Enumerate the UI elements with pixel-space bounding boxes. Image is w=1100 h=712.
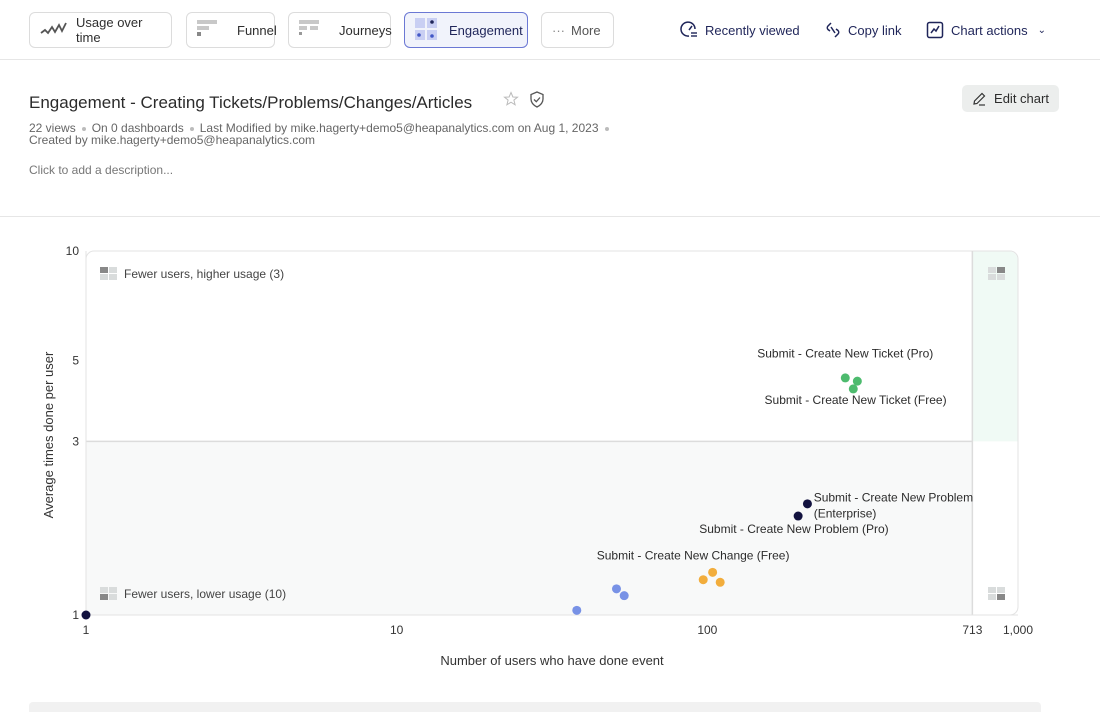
data-point-label: Submit - Create New Problem bbox=[814, 491, 973, 505]
tab-label: Usage over time bbox=[76, 15, 143, 45]
x-tick-label: 100 bbox=[697, 623, 717, 637]
x-tick-label: 713 bbox=[962, 623, 982, 637]
chevron-down-icon: ⌄ bbox=[1037, 24, 1046, 36]
page-title: Engagement - Creating Tickets/Problems/C… bbox=[29, 93, 473, 112]
recently-viewed-label: Recently viewed bbox=[705, 22, 800, 38]
chart-actions-button[interactable]: Chart actions ⌄ bbox=[926, 19, 1046, 41]
tab-label: More bbox=[571, 22, 601, 38]
y-tick-label: 10 bbox=[66, 244, 80, 258]
data-point-orange[interactable] bbox=[715, 577, 725, 587]
chart-metadata: 22 views On 0 dashboards Last Modified by … bbox=[29, 122, 729, 146]
y-tick-label: 5 bbox=[72, 354, 79, 368]
verified-shield-icon[interactable] bbox=[529, 91, 545, 113]
pencil-icon bbox=[973, 92, 986, 106]
data-point-navy[interactable] bbox=[81, 610, 91, 620]
chart-type-toolbar: Usage over time Funnel Journeys Engageme… bbox=[0, 0, 1100, 60]
quadrant-top-left-label: Fewer users, higher usage (3) bbox=[124, 267, 284, 281]
chart-actions-label: Chart actions bbox=[951, 22, 1028, 38]
data-point-label: Submit - Create New Change (Free) bbox=[597, 549, 790, 563]
y-axis-label: Average times done per user bbox=[41, 351, 56, 518]
description-field[interactable]: Click to add a description... bbox=[29, 163, 173, 177]
tab-usage-over-time[interactable]: Usage over time bbox=[29, 12, 172, 48]
chart-actions-icon bbox=[926, 21, 944, 39]
tab-journeys[interactable]: Journeys bbox=[288, 12, 392, 48]
data-point-blue[interactable] bbox=[572, 605, 582, 615]
data-point-green[interactable] bbox=[848, 384, 858, 394]
x-axis-label: Number of users who have done event bbox=[440, 653, 664, 668]
y-tick-label: 1 bbox=[72, 608, 79, 622]
data-point-orange[interactable] bbox=[708, 567, 718, 577]
data-point-blue[interactable] bbox=[619, 591, 629, 601]
data-point-green[interactable] bbox=[840, 373, 850, 383]
data-point-label: Submit - Create New Ticket (Pro) bbox=[757, 346, 933, 360]
data-point-orange[interactable] bbox=[698, 575, 708, 585]
tab-engagement[interactable]: Engagement bbox=[404, 12, 528, 48]
x-tick-label: 10 bbox=[390, 623, 404, 637]
recently-viewed-icon bbox=[680, 21, 697, 37]
created-by: Created by mike.hagerty+demo5@heapanalyt… bbox=[29, 133, 315, 147]
results-table-header bbox=[29, 702, 1041, 712]
chart-header: Engagement - Creating Tickets/Problems/C… bbox=[0, 60, 1100, 217]
edit-chart-label: Edit chart bbox=[994, 91, 1049, 106]
data-point-label: (Enterprise) bbox=[814, 507, 877, 521]
data-point-green[interactable] bbox=[852, 376, 862, 386]
data-point-label: Submit - Create New Ticket (Free) bbox=[765, 393, 947, 407]
engagement-chart: Fewer users, higher usage (3) Fewer users… bbox=[0, 218, 1100, 705]
x-tick-label: 1,000 bbox=[1003, 623, 1033, 637]
link-icon bbox=[826, 22, 840, 38]
star-icon[interactable] bbox=[503, 91, 519, 113]
data-point-blue[interactable] bbox=[611, 584, 621, 594]
recently-viewed-button[interactable]: Recently viewed bbox=[680, 19, 800, 41]
copy-link-button[interactable]: Copy link bbox=[825, 19, 901, 41]
tab-label: Engagement bbox=[449, 22, 523, 38]
tab-label: Journeys bbox=[339, 22, 392, 38]
funnel-icon bbox=[197, 19, 219, 41]
usage-line-icon bbox=[40, 22, 68, 39]
scatter-plot: Fewer users, higher usage (3) Fewer users… bbox=[41, 244, 1033, 668]
quadrant-bottom-left-label: Fewer users, lower usage (10) bbox=[124, 587, 286, 601]
journeys-icon bbox=[299, 19, 321, 41]
copy-link-label: Copy link bbox=[848, 22, 902, 38]
y-tick-label: 3 bbox=[72, 434, 79, 448]
data-point-navy[interactable] bbox=[793, 511, 803, 521]
tab-more[interactable]: ··· More bbox=[541, 12, 614, 48]
edit-chart-button[interactable]: Edit chart bbox=[962, 85, 1059, 112]
x-tick-label: 1 bbox=[83, 623, 90, 637]
tab-funnel[interactable]: Funnel bbox=[186, 12, 277, 48]
ellipsis-icon: ··· bbox=[552, 22, 565, 38]
engagement-icon bbox=[415, 17, 437, 43]
data-point-label: Submit - Create New Problem (Pro) bbox=[699, 522, 888, 536]
data-point-navy[interactable] bbox=[802, 499, 812, 509]
tab-label: Funnel bbox=[237, 22, 277, 38]
